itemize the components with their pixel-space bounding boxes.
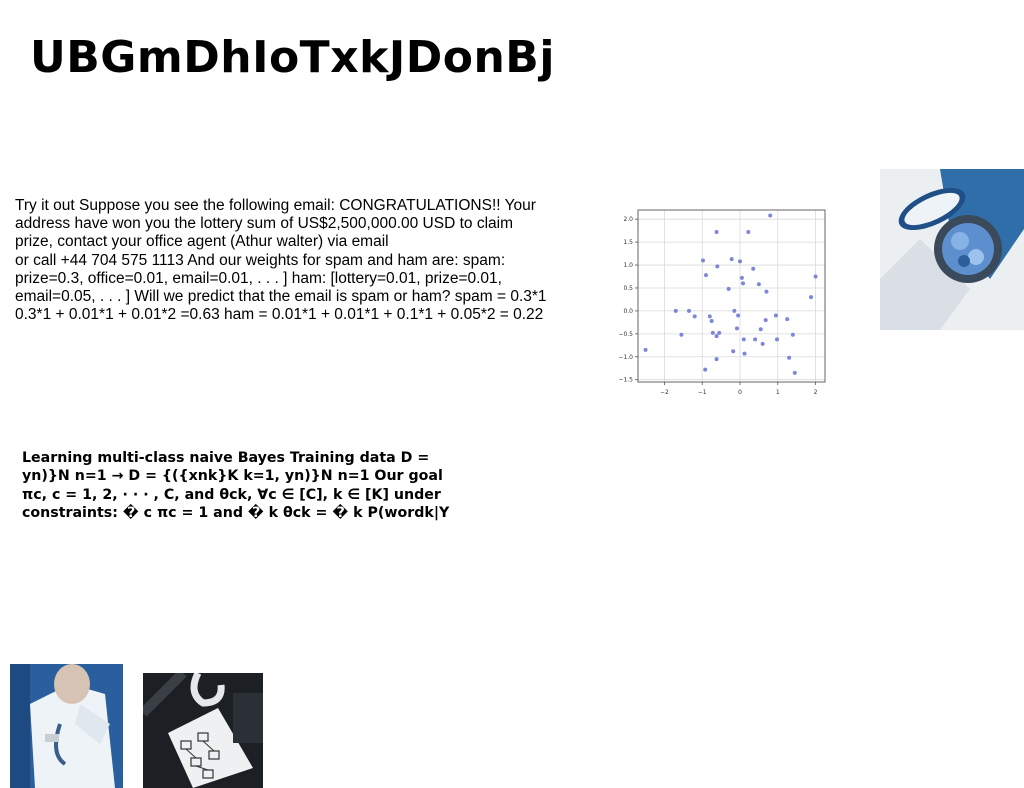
scatter-point xyxy=(717,330,722,335)
x-tick-label: −1 xyxy=(698,389,707,396)
scatter-point xyxy=(732,308,737,313)
scatter-point xyxy=(673,308,678,313)
scatter-point xyxy=(763,318,768,323)
y-tick-label: 1.0 xyxy=(623,262,633,269)
paragraph-line: Learning multi-class naive Bayes Trainin… xyxy=(22,450,430,466)
scatter-point xyxy=(746,230,751,235)
scatter-point xyxy=(643,347,648,352)
scatter-point xyxy=(729,257,734,262)
scatter-point xyxy=(687,308,691,313)
scatter-point xyxy=(738,259,742,264)
scatter-point xyxy=(715,264,720,269)
scatter-point xyxy=(760,341,765,346)
scatter-point xyxy=(741,281,746,286)
scatter-point xyxy=(809,295,814,300)
scatter-point xyxy=(775,337,780,342)
scatter-point xyxy=(751,266,756,271)
paragraph-line: address have won you the lottery sum of … xyxy=(15,215,513,233)
naive-bayes-paragraph: Learning multi-class naive Bayes Trainin… xyxy=(22,449,472,522)
scatter-point xyxy=(756,282,761,287)
paragraph-line: Try it out Suppose you see the following… xyxy=(15,197,536,214)
paragraph-line: 0.3*1 + 0.01*1 + 0.01*2 =0.63 ham = 0.01… xyxy=(15,306,544,324)
scatter-point xyxy=(707,314,712,319)
y-tick-label: −1.0 xyxy=(618,354,633,361)
x-tick-label: −2 xyxy=(660,389,669,396)
scatter-point xyxy=(703,367,708,372)
paragraph-line: or call +44 704 575 1113 And our weights… xyxy=(15,251,506,269)
page-title: UBGmDhIoTxkJDonBj xyxy=(30,32,555,83)
scatter-point xyxy=(736,313,741,318)
scatter-chart-svg: −2 −1 0 1 2 −1.5 −1.0 −0.5 0.0 0.5 1.0 1.5 2.0 xyxy=(618,209,826,396)
scatter-point xyxy=(679,332,684,337)
scatter-point xyxy=(787,355,792,360)
scatter-chart: −2 −1 0 1 2 −1.5 −1.0 −0.5 0.0 0.5 1.0 1.5 2.0 xyxy=(617,205,832,400)
scatter-point xyxy=(704,273,708,278)
paragraph-line: email=0.05, . . . ] Will we predict that… xyxy=(15,288,547,306)
scatter-point xyxy=(714,230,719,235)
scatter-point xyxy=(714,334,719,339)
scatter-point xyxy=(764,289,769,294)
y-tick-label: −0.5 xyxy=(618,331,633,338)
scatter-point xyxy=(714,357,719,362)
y-tick-label: 2.0 xyxy=(623,216,633,223)
paragraph-line: prize, contact your office agent (Athur … xyxy=(15,233,389,251)
table-food-photo xyxy=(880,169,1024,330)
y-tick-label: 0.0 xyxy=(623,308,633,315)
paragraph-line: prize=0.3, office=0.01, email=0.01, . . … xyxy=(15,269,502,287)
plot-frame xyxy=(637,209,826,383)
desk-flowchart-photo xyxy=(143,673,263,788)
scatter-point xyxy=(768,213,773,218)
scatter-point xyxy=(790,332,795,337)
y-tick-label: −1.5 xyxy=(618,377,633,384)
scatter-point xyxy=(753,337,758,342)
scatter-point xyxy=(726,286,731,291)
scatter-point xyxy=(785,317,790,322)
scatter-point xyxy=(739,275,744,280)
scatter-point xyxy=(700,258,705,263)
paragraph-line: yn)}N n=1 → D = {({xnk}K k=1, yn)}N n=1 … xyxy=(22,468,443,485)
x-tick-label: 2 xyxy=(814,389,818,396)
scatter-point xyxy=(734,326,739,331)
scatter-point xyxy=(709,318,714,323)
spam-example-paragraph: Try it out Suppose you see the following… xyxy=(15,197,575,324)
scatter-point xyxy=(758,327,763,332)
scatter-point xyxy=(813,274,818,279)
paragraph-line: πc, c = 1, 2, · · · , C, and θck, ∀c ∈ [… xyxy=(22,486,441,503)
scatter-point xyxy=(692,314,697,319)
paragraph-line: constraints: � c πc = 1 and � k θck = � … xyxy=(22,504,450,521)
scatter-point xyxy=(731,349,736,354)
scatter-point xyxy=(792,370,797,375)
scatter-point xyxy=(741,337,746,342)
doctor-photo xyxy=(10,664,123,788)
scatter-point xyxy=(710,330,715,335)
x-tick-label: 0 xyxy=(738,389,742,396)
y-tick-label: 0.5 xyxy=(623,285,633,292)
scatter-point xyxy=(773,313,778,318)
x-tick-label: 1 xyxy=(776,389,780,396)
y-tick-label: 1.5 xyxy=(623,239,633,246)
scatter-point xyxy=(742,351,747,356)
